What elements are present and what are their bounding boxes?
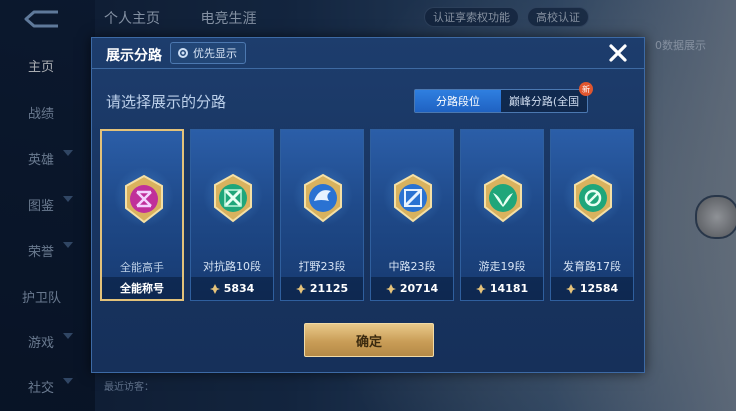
points-icon	[385, 283, 396, 294]
mid-lane-badge-icon	[394, 173, 432, 223]
lane-card-roam[interactable]: 游走19段 14181	[460, 129, 544, 301]
new-badge: 新	[579, 82, 593, 96]
roam-badge-icon	[484, 173, 522, 223]
priority-label: 优先显示	[193, 47, 237, 60]
clash-lane-badge-icon	[214, 173, 252, 223]
points-icon	[565, 283, 576, 294]
close-icon[interactable]	[606, 41, 630, 65]
card-label: 打野23段	[298, 260, 346, 273]
card-label: 发育路17段	[563, 260, 621, 273]
points-icon	[209, 283, 220, 294]
card-foot: 全能称号	[102, 277, 182, 299]
card-label: 游走19段	[478, 260, 526, 273]
lane-card-mid[interactable]: 中路23段 20714	[370, 129, 454, 301]
card-foot: 5834	[191, 277, 273, 300]
card-label: 对抗路10段	[203, 260, 261, 273]
jungle-badge-icon	[304, 173, 342, 223]
confirm-button[interactable]: 确定	[304, 323, 434, 357]
lane-mode-switch: 分路段位 巅峰分路(全国 新	[414, 82, 593, 113]
points-icon	[475, 283, 486, 294]
segment-lane-rank[interactable]: 分路段位	[415, 90, 501, 112]
card-label: 全能高手	[120, 261, 164, 274]
lane-display-dialog: 展示分路 优先显示 请选择展示的分路 分路段位 巅峰分路(全国 新 全能高手 全…	[91, 37, 645, 373]
lane-card-clash[interactable]: 对抗路10段 5834	[190, 129, 274, 301]
all-rounder-badge-icon	[125, 174, 163, 224]
card-foot: 12584	[551, 277, 633, 300]
lane-card-jungle[interactable]: 打野23段 21125	[280, 129, 364, 301]
card-foot: 21125	[281, 277, 363, 300]
dialog-subtitle: 请选择展示的分路	[106, 93, 227, 111]
card-label: 中路23段	[388, 260, 436, 273]
segment-peak-lane[interactable]: 巅峰分路(全国 新	[501, 82, 593, 112]
card-foot: 20714	[371, 277, 453, 300]
points-icon	[295, 283, 306, 294]
lane-card-farm[interactable]: 发育路17段 12584	[550, 129, 634, 301]
dialog-title: 展示分路	[106, 48, 162, 64]
farm-lane-badge-icon	[574, 173, 612, 223]
lane-card-all-rounder[interactable]: 全能高手 全能称号	[100, 129, 184, 301]
title-divider	[92, 68, 644, 69]
priority-display-button[interactable]: 优先显示	[170, 42, 246, 64]
card-foot: 14181	[461, 277, 543, 300]
gear-icon	[178, 48, 188, 58]
